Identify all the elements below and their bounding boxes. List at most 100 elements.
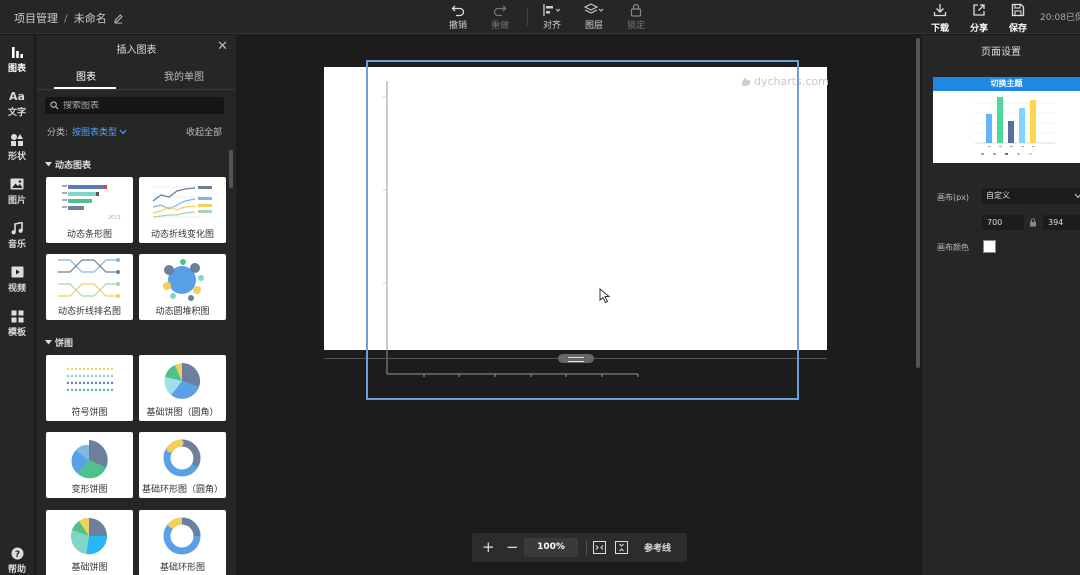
svg-text:?: ? [14, 550, 19, 560]
save-label: 保存 [1008, 24, 1027, 34]
rail-item-image[interactable]: 图片 [0, 176, 34, 206]
page-settings-title: 页面设置 [981, 47, 1021, 58]
zoom-in-icon[interactable]: + [482, 540, 495, 555]
watermark-text: dycharts.com [754, 75, 829, 88]
tab-my-charts[interactable]: 我的单图 [136, 68, 232, 83]
chart-card-dynamic-line-change[interactable]: 动态折线变化图 [139, 177, 226, 243]
chart-card-basic-donut-rounded[interactable]: 基础环形图（圆角） [139, 432, 226, 498]
canvas-width-input[interactable]: 700 [982, 215, 1024, 230]
chart-card-dynamic-bar[interactable]: 2013 动态条形图 [46, 177, 133, 243]
close-icon[interactable]: ✕ [217, 40, 228, 53]
panel-scrollbar[interactable] [229, 150, 233, 188]
canvas-color-swatch[interactable] [983, 240, 996, 253]
chart-card-label: 动态折线排名图 [57, 307, 121, 317]
insert-chart-panel: 插入图表 ✕ 图表 我的单图 分类:按图表类型 收起全部 动态图表 2013 动… [35, 35, 236, 575]
zoom-bar: + − 100% 参考线 [472, 533, 687, 562]
rail-item-text[interactable]: Aa 文字 [0, 88, 34, 119]
layer-label: 图层 [584, 21, 603, 31]
chart-card-variant-pie[interactable]: 变形饼图 [46, 432, 133, 498]
artboard[interactable] [324, 67, 827, 350]
edit-icon[interactable] [113, 13, 124, 24]
chart-card-label: 变形饼图 [71, 485, 108, 495]
canvas-scrollbar[interactable] [916, 38, 920, 368]
reference-lines-button[interactable]: 参考线 [644, 541, 671, 554]
layer-icon [584, 3, 604, 14]
donut-rounded-thumbnail [163, 439, 201, 477]
canvas-size-select[interactable]: 自定义 [982, 188, 1080, 204]
chart-card-basic-pie[interactable]: 基础饼图 [46, 510, 133, 575]
fit-height-icon[interactable] [615, 541, 628, 554]
chart-card-label: 基础环形图 [159, 563, 205, 573]
help-icon: ? [11, 547, 23, 560]
chart-card-dynamic-circle-pack[interactable]: 动态圆堆积图 [139, 254, 226, 320]
symbol-pie-thumbnail [66, 367, 114, 392]
filter-select[interactable]: 按图表类型 [72, 128, 117, 138]
share-button[interactable]: 分享 [962, 3, 996, 34]
layer-button[interactable]: 图层 [576, 3, 612, 31]
section-title: 动态图表 [55, 161, 92, 171]
document-name[interactable]: 未命名 [74, 10, 107, 26]
chart-card-symbol-pie[interactable]: 符号饼图 [46, 355, 133, 421]
lock-ratio-icon[interactable] [1029, 218, 1037, 227]
share-label: 分享 [969, 24, 988, 34]
filter-label: 分类: [47, 128, 69, 138]
section-header-dynamic[interactable]: 动态图表 [45, 158, 91, 171]
theme-preview[interactable]: 切换主题 [933, 77, 1080, 163]
zoom-out-icon[interactable]: − [506, 540, 519, 555]
chart-card-basic-pie-rounded[interactable]: 基础饼图（圆角） [139, 355, 226, 421]
redo-button[interactable]: 重做 [482, 3, 518, 31]
align-button[interactable]: 对齐 [534, 3, 570, 31]
section-title: 饼图 [55, 339, 74, 349]
music-icon [11, 221, 23, 234]
canvas-height-input[interactable]: 394 [1043, 215, 1080, 230]
collapse-all-button[interactable]: 收起全部 [186, 125, 222, 138]
redo-label: 重做 [490, 21, 509, 31]
save-icon [1011, 3, 1025, 17]
fit-width-icon[interactable] [593, 541, 606, 554]
basic-donut-thumbnail [163, 517, 201, 555]
lock-button[interactable]: 锁定 [618, 3, 654, 31]
image-icon [10, 178, 24, 190]
rail-item-chart[interactable]: 图表 [0, 44, 34, 74]
chart-card-label: 基础饼图 [71, 563, 108, 573]
breadcrumb-project[interactable]: 项目管理 [14, 10, 58, 26]
rail-item-video[interactable]: 视频 [0, 264, 34, 294]
save-button[interactable]: 保存 [1001, 3, 1035, 34]
chevron-down-icon[interactable] [119, 129, 127, 135]
undo-button[interactable]: 撤销 [440, 3, 476, 31]
search-input[interactable] [63, 100, 213, 111]
breadcrumb: 项目管理 / 未命名 [14, 10, 124, 26]
watermark: dycharts.com [740, 75, 829, 88]
rail-item-help[interactable]: ? 帮助 [0, 545, 34, 575]
chart-card-label: 基础环形图（圆角） [141, 485, 223, 495]
rail-label: 音乐 [7, 240, 26, 250]
dynamic-bar-thumbnail: 2013 [62, 185, 121, 221]
section-header-pie[interactable]: 饼图 [45, 336, 73, 349]
tab-divider [36, 89, 236, 90]
chart-card-label: 基础饼图（圆角） [146, 408, 219, 418]
artboard-resize-handle[interactable] [558, 354, 594, 363]
chevron-down-icon [1074, 193, 1080, 199]
download-button[interactable]: 下载 [923, 3, 957, 34]
dycharts-logo-icon [741, 77, 751, 86]
caret-down-icon [45, 162, 52, 167]
zoom-level[interactable]: 100% [524, 538, 578, 557]
undo-label: 撤销 [448, 21, 467, 31]
chart-card-basic-donut[interactable]: 基础环形图 [139, 510, 226, 575]
tool-rail: 图表 Aa 文字 形状 图片 音乐 视频 模板 ? 帮助 [0, 35, 34, 575]
canvas-size-label: 画布(px) [937, 193, 970, 202]
rail-item-music[interactable]: 音乐 [0, 220, 34, 250]
switch-theme-button[interactable]: 切换主题 [933, 77, 1080, 91]
basic-pie-thumbnail [70, 517, 108, 555]
rail-item-template[interactable]: 模板 [0, 308, 34, 338]
tab-charts[interactable]: 图表 [38, 68, 134, 83]
download-icon [933, 4, 947, 17]
chart-card-label: 动态折线变化图 [150, 230, 214, 240]
rail-item-shape[interactable]: 形状 [0, 132, 34, 162]
redo-icon [493, 5, 507, 17]
variant-pie-thumbnail [71, 440, 108, 479]
chart-card-label: 动态条形图 [66, 230, 112, 240]
chart-card-dynamic-line-rank[interactable]: 动态折线排名图 [46, 254, 133, 320]
rail-label: 形状 [7, 152, 26, 162]
caret-down-icon [45, 340, 52, 345]
